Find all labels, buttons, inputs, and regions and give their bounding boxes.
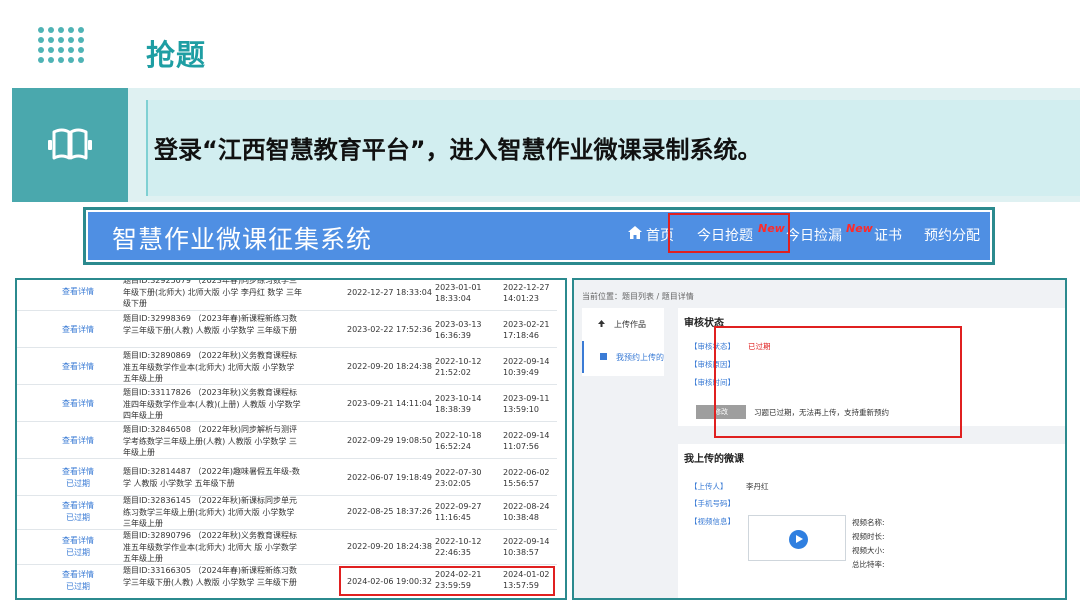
row-desc: 题目ID:32890869 （2022年秋)义务教育课程标准五年级数学作业本(北… xyxy=(123,351,297,383)
expired-label: 已过期 xyxy=(66,548,90,557)
view-detail-link[interactable]: 查看详情 xyxy=(57,569,99,581)
row-start: 2022-07-30 23:02:05 xyxy=(435,468,482,488)
table-row: 查看详情 题目ID:33117826 （2023年秋)义务教育课程标准四年级数学… xyxy=(17,385,557,422)
task-table-screenshot: 查看详情 题目ID:32925079 （2023年春)同步练习数学三年级下册(北… xyxy=(15,278,567,600)
row-desc: 题目ID:32836145 （2022年秋)新课标同步单元练习数学三年级上册(北… xyxy=(123,496,297,528)
upload-card: 我上传的微课 【上传人】 李丹红 【手机号码】 【视频信息】 视频名称: 视频时… xyxy=(678,444,1065,598)
row-start: 2023-03-13 16:36:39 xyxy=(435,320,482,340)
video-thumbnail[interactable] xyxy=(748,515,846,561)
row-desc: 题目ID:32814487 （2022年)趣味暑假五年级-数学 人教版 小学数学… xyxy=(123,467,300,488)
detail-sidebar: 上传作品 我预约上传的 xyxy=(582,308,664,376)
row-desc: 题目ID:33166305 （2024年春)新课程新练习数学三年级下册(人教) … xyxy=(123,566,297,587)
view-detail-link[interactable]: 查看详情 xyxy=(57,361,99,373)
highlight-box xyxy=(668,213,790,253)
expired-label: 已过期 xyxy=(66,513,90,522)
table-row: 查看详情 题目ID:32846508 （2022年秋)同步解析与测评学考练数学三… xyxy=(17,422,557,459)
view-detail-link[interactable]: 查看详情 xyxy=(57,500,99,512)
row-end: 2022-12-27 14:01:23 xyxy=(503,283,550,303)
banner-text: 登录“江西智慧教育平台”，进入智慧作业微课录制系统。 xyxy=(154,136,762,164)
row-desc: 题目ID:32925079 （2023年春)同步练习数学三年级下册(北师大) 北… xyxy=(123,278,302,308)
nav-today-pickup[interactable]: 今日捡漏 xyxy=(786,225,842,245)
row-created: 2022-09-20 18:24:38 xyxy=(347,542,432,551)
row-start: 2023-01-01 18:33:04 xyxy=(435,283,482,303)
row-start: 2023-10-14 18:38:39 xyxy=(435,394,482,414)
view-detail-link[interactable]: 查看详情 xyxy=(57,435,99,447)
system-header-screenshot: 智慧作业微课征集系统 首页 今日抢题 New 今日捡漏 New 证书 预约分配 xyxy=(83,207,995,265)
table-row: 查看详情 题目ID:32998369 （2023年春)新课程新练习数学三年级下册… xyxy=(17,311,557,348)
nav-certificate[interactable]: 证书 xyxy=(874,225,902,245)
row-desc: 题目ID:32998369 （2023年春)新课程新练习数学三年级下册(人教) … xyxy=(123,314,297,335)
video-field: 总比特率: xyxy=(852,560,885,569)
home-icon xyxy=(628,226,642,239)
expired-label: 已过期 xyxy=(66,582,90,591)
row-desc: 题目ID:32890796 （2022年秋)义务教育课程标准五年级数学作业本(北… xyxy=(123,531,297,563)
row-end: 2023-02-21 17:18:46 xyxy=(503,320,550,340)
highlight-box xyxy=(714,326,962,438)
view-detail-link[interactable]: 查看详情 xyxy=(57,535,99,547)
row-start: 2022-09-27 11:16:45 xyxy=(435,502,482,522)
table-row: 查看详情 已过期 题目ID:32836145 （2022年秋)新课标同步单元练习… xyxy=(17,493,557,530)
table-row: 查看详情 已过期 题目ID:32814487 （2022年)趣味暑假五年级-数学… xyxy=(17,459,557,496)
dots-logo xyxy=(38,27,84,65)
list-icon xyxy=(600,353,607,360)
row-created: 2023-02-22 17:52:36 xyxy=(347,325,432,334)
slide-title: 抢题 xyxy=(146,38,207,72)
row-created: 2022-09-20 18:24:38 xyxy=(347,362,432,371)
video-field: 视频大小: xyxy=(852,546,885,555)
book-icon-box xyxy=(12,88,128,202)
expired-label: 已过期 xyxy=(66,479,90,488)
new-badge: New xyxy=(846,222,873,235)
table-row: 查看详情 题目ID:32925079 （2023年春)同步练习数学三年级下册(北… xyxy=(17,278,557,311)
view-detail-link[interactable]: 查看详情 xyxy=(57,324,99,336)
sidebar-item-upload[interactable]: 上传作品 xyxy=(582,308,664,340)
row-created: 2022-06-07 19:18:49 xyxy=(347,473,432,482)
system-title: 智慧作业微课征集系统 xyxy=(112,225,373,254)
view-detail-link[interactable]: 查看详情 xyxy=(57,398,99,410)
row-desc: 题目ID:32846508 （2022年秋)同步解析与测评学考练数学三年级上册(… xyxy=(123,425,297,457)
uploader-value: 李丹红 xyxy=(746,482,769,491)
row-start: 2022-10-18 16:52:24 xyxy=(435,431,482,451)
video-label: 【视频信息】 xyxy=(690,517,735,526)
table-row: 查看详情 已过期 题目ID:32890796 （2022年秋)义务教育课程标准五… xyxy=(17,528,557,565)
row-created: 2022-12-27 18:33:04 xyxy=(347,288,432,297)
sidebar-item-label: 我预约上传的 xyxy=(616,353,664,362)
view-detail-link[interactable]: 查看详情 xyxy=(57,286,99,298)
row-start: 2022-10-12 22:46:35 xyxy=(435,537,482,557)
row-created: 2022-09-29 19:08:50 xyxy=(347,436,432,445)
table-row: 查看详情 题目ID:32890869 （2022年秋)义务教育课程标准五年级数学… xyxy=(17,348,557,385)
sidebar-item-reserved[interactable]: 我预约上传的 xyxy=(582,341,664,373)
task-detail-screenshot: 当前位置：题目列表 / 题目详情 上传作品 我预约上传的 审核状态 【审核状态】… xyxy=(572,278,1067,600)
row-end: 2022-09-14 10:39:49 xyxy=(503,357,550,377)
upload-icon xyxy=(598,320,605,327)
open-book-icon xyxy=(48,128,92,160)
row-end: 2022-06-02 15:56:57 xyxy=(503,468,550,488)
phone-label: 【手机号码】 xyxy=(690,499,735,508)
system-nav-bar: 智慧作业微课征集系统 首页 今日抢题 New 今日捡漏 New 证书 预约分配 xyxy=(88,212,990,260)
row-start: 2022-10-12 21:52:02 xyxy=(435,357,482,377)
row-end: 2022-08-24 10:38:48 xyxy=(503,502,550,522)
view-detail-link[interactable]: 查看详情 xyxy=(57,466,99,478)
row-end: 2022-09-14 10:38:57 xyxy=(503,537,550,557)
uploader-label: 【上传人】 xyxy=(690,482,728,491)
video-field: 视频时长: xyxy=(852,532,885,541)
row-end: 2023-09-11 13:59:10 xyxy=(503,394,550,414)
row-created: 2023-09-21 14:11:04 xyxy=(347,399,432,408)
breadcrumb: 当前位置：题目列表 / 题目详情 xyxy=(582,292,694,301)
nav-reserve-assign[interactable]: 预约分配 xyxy=(924,225,980,245)
highlight-box xyxy=(339,566,555,596)
row-created: 2022-08-25 18:37:26 xyxy=(347,507,432,516)
play-icon[interactable] xyxy=(789,530,808,549)
video-field: 视频名称: xyxy=(852,518,885,527)
row-end: 2022-09-14 11:07:56 xyxy=(503,431,550,451)
upload-title: 我上传的微课 xyxy=(684,454,744,465)
row-desc: 题目ID:33117826 （2023年秋)义务教育课程标准四年级数学作业本(人… xyxy=(123,388,301,420)
sidebar-item-label: 上传作品 xyxy=(614,320,646,329)
